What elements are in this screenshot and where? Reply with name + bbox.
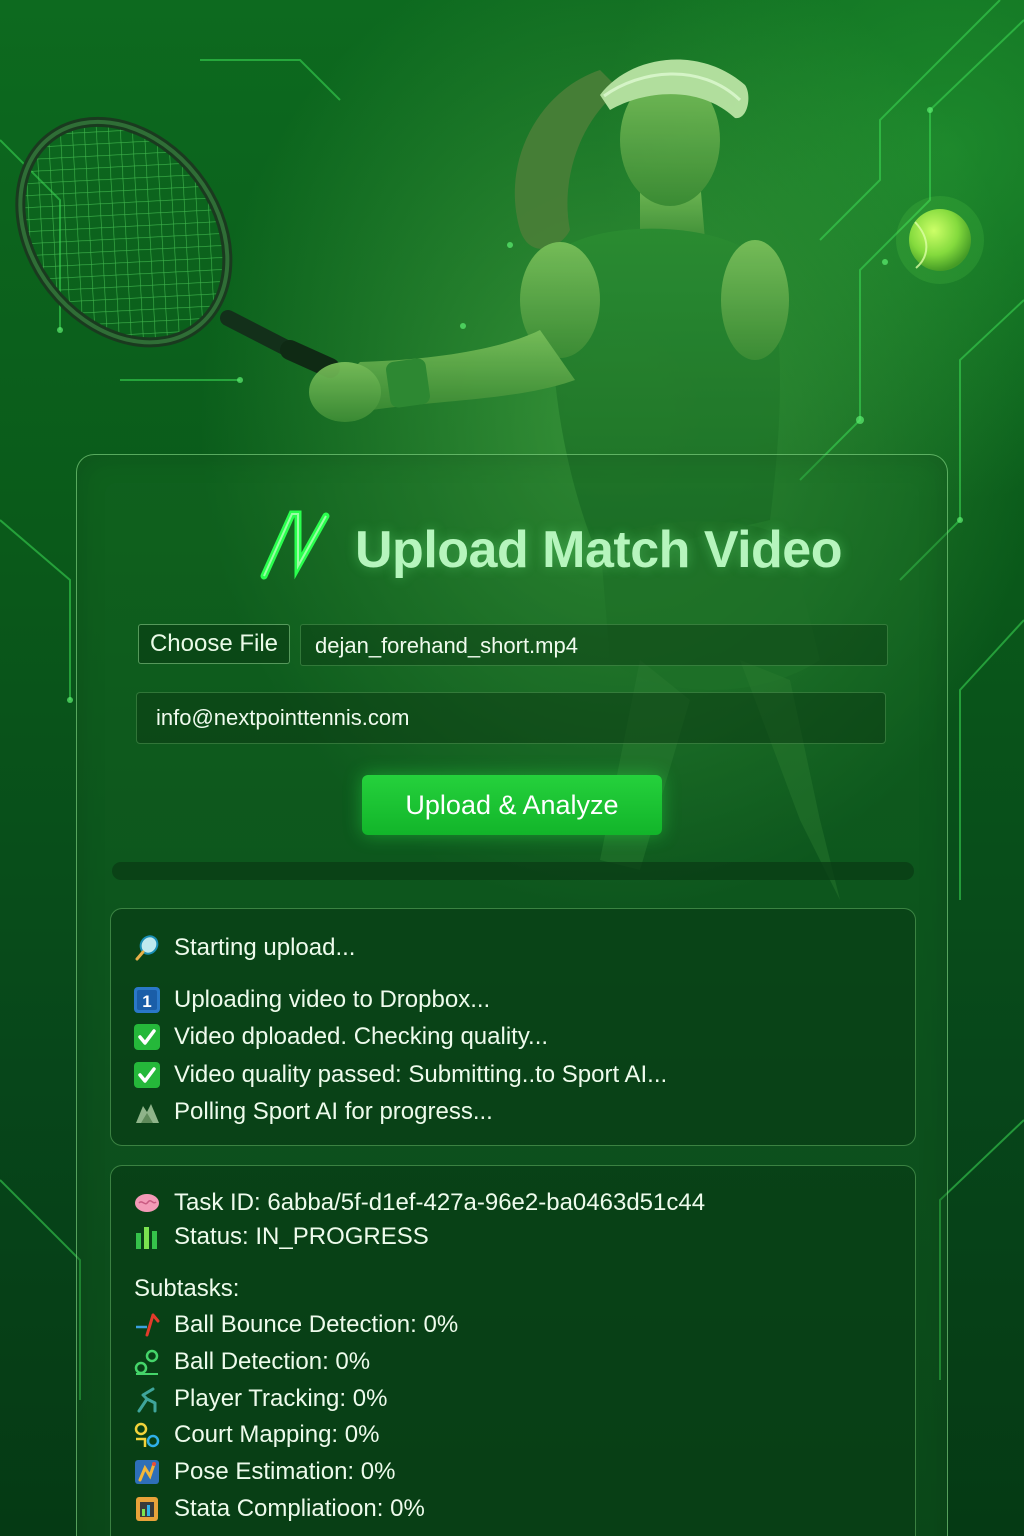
- bar-chart-icon: [133, 1223, 161, 1251]
- pose-estimation-icon: [133, 1458, 161, 1486]
- subtask-item: Stata Compliatioon: 0%: [133, 1494, 425, 1524]
- subtask-item: Player Tracking: 0%: [133, 1384, 387, 1414]
- task-status-line: Status: IN_PROGRESS: [133, 1222, 429, 1252]
- subtask-item: Court Mapping: 0%: [133, 1420, 379, 1450]
- keycap-one-icon: 1: [133, 986, 161, 1014]
- check-mark-icon: [133, 1061, 161, 1089]
- ball-detection-icon: [133, 1348, 161, 1376]
- stats-icon: [133, 1495, 161, 1523]
- subtask-item: Pose Estimation: 0%: [133, 1457, 395, 1487]
- upload-log-panel: Starting upload... 1 Uploading video to …: [110, 908, 916, 1146]
- subtasks-heading: Subtasks:: [134, 1275, 240, 1302]
- page-title: Upload Match Video: [355, 521, 842, 579]
- player-tracking-icon: [133, 1385, 161, 1413]
- email-field[interactable]: [136, 692, 886, 744]
- log-line: Video dploaded. Checking quality...: [133, 1022, 548, 1052]
- task-status-panel: Task ID: 6abba/5f-d1ef-427a-96e2-ba0463d…: [110, 1165, 916, 1536]
- choose-file-button[interactable]: Choose File: [138, 624, 290, 664]
- hourglass-icon: [133, 1098, 161, 1126]
- bounce-icon: [133, 1311, 161, 1339]
- nextpoint-logo-icon: [260, 510, 330, 580]
- tennis-racket-icon: [133, 934, 161, 962]
- check-mark-icon: [133, 1023, 161, 1051]
- upload-progress-bar: [112, 862, 914, 880]
- court-mapping-icon: [133, 1421, 161, 1449]
- log-line: Polling Sport AI for progress...: [133, 1097, 493, 1127]
- upload-analyze-button[interactable]: Upload & Analyze: [362, 775, 662, 835]
- log-line: Video quality passed: Submitting..to Spo…: [133, 1060, 667, 1090]
- subtask-item: Ball Detection: 0%: [133, 1347, 370, 1377]
- brain-icon: [133, 1189, 161, 1217]
- subtask-item: Ball Bounce Detection: 0%: [133, 1310, 458, 1340]
- log-line: 1 Uploading video to Dropbox...: [133, 985, 490, 1015]
- page: Upload Match Video Choose File dejan_for…: [0, 0, 1024, 1536]
- selected-file-name: dejan_forehand_short.mp4: [315, 633, 578, 658]
- svg-text:1: 1: [142, 992, 151, 1011]
- log-line: Starting upload...: [133, 933, 355, 963]
- task-id-line: Task ID: 6abba/5f-d1ef-427a-96e2-ba0463d…: [133, 1188, 705, 1218]
- selected-file-display: dejan_forehand_short.mp4: [300, 624, 888, 666]
